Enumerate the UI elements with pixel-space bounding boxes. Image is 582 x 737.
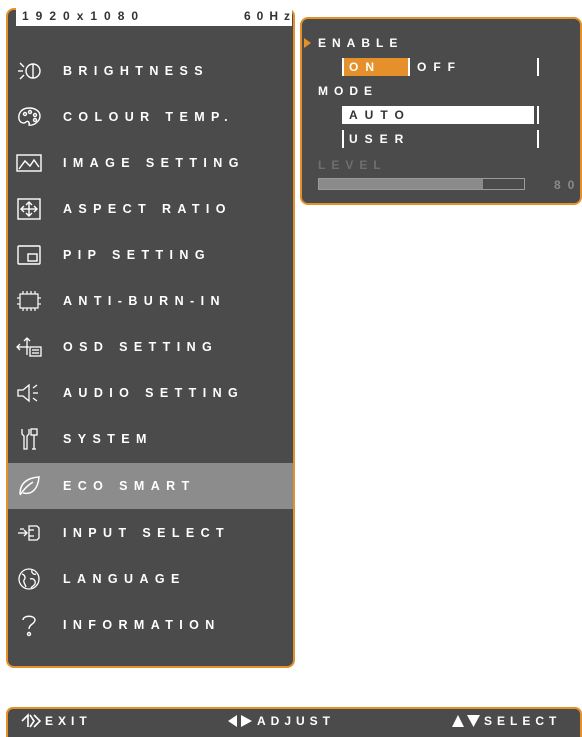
mode-user-option[interactable]: USER bbox=[344, 130, 534, 148]
selection-caret bbox=[304, 38, 311, 48]
globe-icon bbox=[13, 565, 45, 593]
pip-icon bbox=[13, 241, 45, 269]
enable-on-option[interactable]: ON bbox=[344, 58, 408, 76]
left-right-arrows-icon bbox=[228, 715, 252, 727]
menu-item-system[interactable]: SYSTEM bbox=[8, 416, 293, 462]
input-icon bbox=[13, 519, 45, 547]
menu-item-image-setting[interactable]: IMAGE SETTING bbox=[8, 140, 293, 186]
menu-item-aspect-ratio[interactable]: ASPECT RATIO bbox=[8, 186, 293, 232]
aspect-ratio-icon bbox=[13, 195, 45, 223]
menu-item-colour-temp[interactable]: COLOUR TEMP. bbox=[8, 94, 293, 140]
leaf-icon bbox=[13, 472, 45, 500]
level-slider[interactable] bbox=[318, 178, 525, 190]
adjust-label: ADJUST bbox=[257, 714, 336, 728]
mode-auto-divider-right bbox=[537, 106, 539, 124]
menu-label-system: SYSTEM bbox=[63, 432, 153, 446]
menu-label-image-setting: IMAGE SETTING bbox=[63, 156, 245, 170]
question-icon bbox=[13, 611, 45, 639]
tools-icon bbox=[13, 425, 45, 453]
level-slider-fill bbox=[319, 179, 483, 189]
exit-label: EXIT bbox=[45, 714, 92, 728]
brightness-icon bbox=[13, 57, 45, 85]
level-label: LEVEL bbox=[318, 158, 387, 172]
resolution-header: 1920x1080 60Hz bbox=[16, 6, 292, 26]
menu-item-audio-setting[interactable]: AUDIO SETTING bbox=[8, 370, 293, 416]
mode-auto-option[interactable]: AUTO bbox=[344, 106, 534, 124]
speaker-icon bbox=[13, 379, 45, 407]
menu-label-colour-temp: COLOUR TEMP. bbox=[63, 110, 235, 124]
menu-label-osd-setting: OSD SETTING bbox=[63, 340, 219, 354]
mode-user-divider-right bbox=[537, 130, 539, 148]
select-hint[interactable]: SELECT bbox=[451, 711, 561, 731]
enable-label: ENABLE bbox=[318, 36, 404, 50]
menu-label-language: LANGUAGE bbox=[63, 572, 186, 586]
menu-item-osd-setting[interactable]: OSD SETTING bbox=[8, 324, 293, 370]
osd-icon bbox=[13, 333, 45, 361]
menu-item-input-select[interactable]: INPUT SELECT bbox=[8, 510, 293, 556]
mode-label: MODE bbox=[318, 84, 378, 98]
menu-label-eco-smart: ECO SMART bbox=[63, 479, 196, 493]
menu-label-aspect-ratio: ASPECT RATIO bbox=[63, 202, 232, 216]
menu-item-eco-smart[interactable]: ECO SMART bbox=[8, 463, 293, 509]
menu-label-anti-burn-in: ANTI-BURN-IN bbox=[63, 294, 226, 308]
exit-hint[interactable]: EXIT bbox=[20, 711, 92, 731]
menu-label-input-select: INPUT SELECT bbox=[63, 526, 231, 540]
level-value: 80 bbox=[554, 178, 582, 192]
menu-item-language[interactable]: LANGUAGE bbox=[8, 556, 293, 602]
chip-icon bbox=[13, 287, 45, 315]
palette-icon bbox=[13, 103, 45, 131]
image-icon bbox=[13, 149, 45, 177]
menu-item-information[interactable]: INFORMATION bbox=[8, 602, 293, 648]
menu-label-pip-setting: PIP SETTING bbox=[63, 248, 211, 262]
menu-item-pip-setting[interactable]: PIP SETTING bbox=[8, 232, 293, 278]
menu-item-brightness[interactable]: BRIGHTNESS bbox=[8, 48, 293, 94]
enable-off-option[interactable]: OFF bbox=[412, 58, 536, 76]
enable-option-divider-right bbox=[537, 58, 539, 76]
up-down-arrows-icon bbox=[452, 715, 480, 727]
select-label: SELECT bbox=[484, 714, 562, 728]
resolution-text: 1920x1080 bbox=[22, 9, 146, 23]
menu-label-information: INFORMATION bbox=[63, 618, 221, 632]
adjust-hint[interactable]: ADJUST bbox=[226, 711, 335, 731]
menu-item-anti-burn-in[interactable]: ANTI-BURN-IN bbox=[8, 278, 293, 324]
enable-option-divider-mid bbox=[408, 58, 410, 76]
menu-label-audio-setting: AUDIO SETTING bbox=[63, 386, 245, 400]
menu-label-brightness: BRIGHTNESS bbox=[63, 64, 209, 78]
exit-icon bbox=[21, 713, 42, 728]
refresh-rate-text: 60Hz bbox=[243, 9, 296, 23]
